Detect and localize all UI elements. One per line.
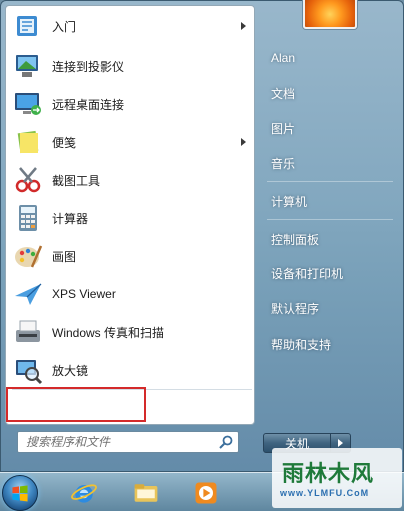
program-xps-viewer[interactable]: XPS Viewer [8, 276, 252, 312]
watermark-url: www.YLMFU.CoM [280, 488, 370, 498]
search-box[interactable] [17, 431, 239, 453]
program-label: 画图 [52, 249, 77, 264]
media-player-icon [195, 482, 217, 504]
program-paint[interactable]: 画图 [8, 238, 252, 274]
program-label: 入门 [52, 19, 77, 34]
internet-explorer-icon [71, 484, 97, 503]
place-help-support[interactable]: 帮助和支持 [263, 329, 397, 359]
place-label: 计算机 [271, 194, 308, 209]
place-documents[interactable]: 文档 [263, 78, 397, 108]
program-label: 放大镜 [52, 363, 89, 378]
place-label: 音乐 [271, 156, 296, 171]
submenu-arrow-icon[interactable] [241, 22, 246, 30]
magnifier-icon [16, 360, 43, 385]
start-menu: 入门 连接到投影仪 远程桌面连接 便笺 截图工具 计算器 画图 XPS View… [0, 0, 404, 472]
calculator-icon [19, 205, 37, 231]
place-label: 设备和打印机 [271, 266, 344, 281]
getting-started-icon [17, 16, 37, 36]
program-label: 计算器 [52, 211, 89, 226]
place-user[interactable]: Alan [263, 43, 397, 73]
projector-icon [16, 55, 38, 77]
program-snipping-tool[interactable]: 截图工具 [8, 162, 252, 198]
program-sticky-notes[interactable]: 便笺 [8, 124, 252, 160]
program-calculator[interactable]: 计算器 [8, 200, 252, 236]
place-label: 文档 [271, 86, 296, 101]
program-magnifier[interactable]: 放大镜 [8, 352, 252, 388]
program-label: 连接到投影仪 [52, 59, 125, 74]
program-label: 远程桌面连接 [52, 97, 125, 112]
program-fax-scan[interactable]: Windows 传真和扫描 [8, 314, 252, 350]
windows-logo-icon [12, 485, 28, 502]
programs-pane: 入门 连接到投影仪 远程桌面连接 便笺 截图工具 计算器 画图 XPS View… [5, 5, 255, 425]
remote-desktop-icon [15, 93, 41, 115]
program-connect-projector[interactable]: 连接到投影仪 [8, 48, 252, 84]
place-label: 默认程序 [271, 301, 320, 316]
xps-viewer-icon [15, 283, 42, 305]
paint-icon [15, 245, 43, 268]
divider [267, 219, 393, 220]
place-label: 控制面板 [271, 232, 320, 247]
program-label: XPS Viewer [52, 287, 116, 301]
program-remote-desktop[interactable]: 远程桌面连接 [8, 86, 252, 122]
start-button[interactable] [2, 475, 38, 511]
place-pictures[interactable]: 图片 [263, 113, 397, 143]
divider [267, 181, 393, 182]
place-label: 图片 [271, 121, 296, 136]
snipping-tool-icon [15, 167, 41, 193]
user-avatar[interactable] [303, 0, 357, 29]
search-input[interactable] [18, 433, 218, 451]
place-computer[interactable]: 计算机 [263, 186, 397, 216]
chevron-right-icon [338, 439, 343, 447]
program-label: Windows 传真和扫描 [52, 325, 165, 340]
taskbar-media-player-button[interactable] [188, 477, 224, 509]
program-label: 截图工具 [52, 173, 101, 188]
place-music[interactable]: 音乐 [263, 148, 397, 178]
watermark-text: 雨林木风 [282, 462, 375, 487]
search-icon[interactable] [218, 434, 234, 450]
place-label: 帮助和支持 [271, 337, 332, 352]
taskbar-ie-button[interactable] [66, 477, 102, 509]
sticky-notes-icon [17, 130, 39, 154]
submenu-arrow-icon[interactable] [241, 138, 246, 146]
taskbar-explorer-button[interactable] [128, 477, 164, 509]
fax-scan-icon [16, 320, 40, 342]
watermark-logo: 雨林木风 www.YLMFU.CoM [272, 448, 402, 508]
folder-icon [134, 484, 158, 502]
red-highlight-box [6, 387, 146, 422]
place-devices-printers[interactable]: 设备和打印机 [263, 258, 397, 288]
place-control-panel[interactable]: 控制面板 [263, 224, 397, 254]
program-label: 便笺 [52, 135, 77, 150]
program-getting-started[interactable]: 入门 [8, 8, 252, 44]
place-label: Alan [271, 51, 296, 65]
place-default-programs[interactable]: 默认程序 [263, 293, 397, 323]
